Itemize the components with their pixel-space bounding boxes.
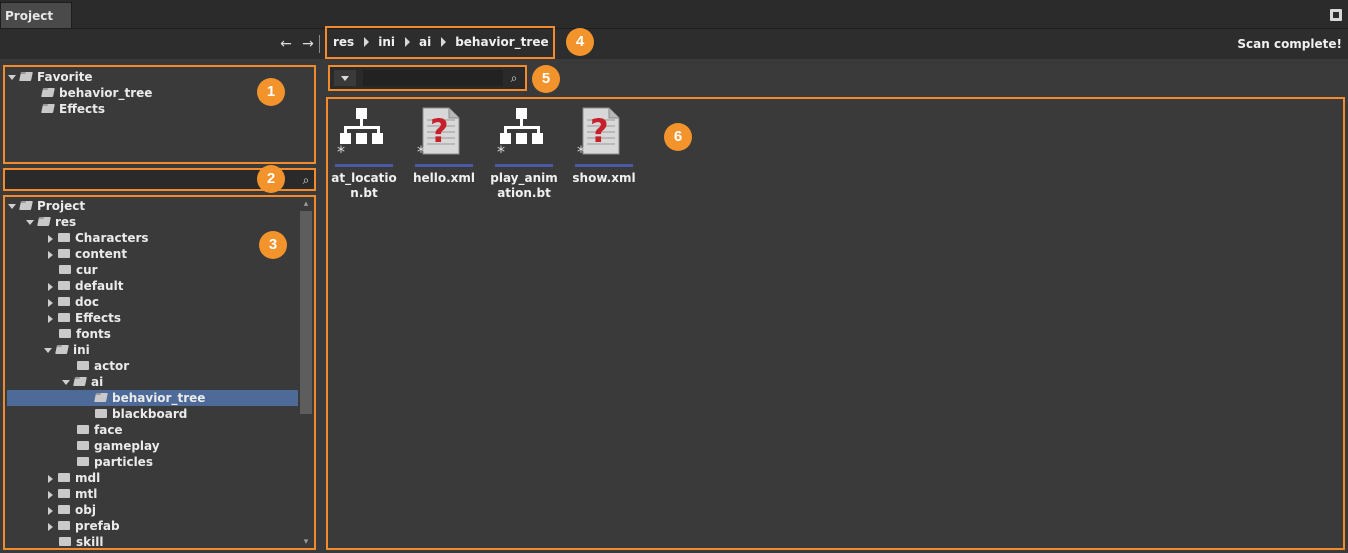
nav-bar: [0, 29, 1348, 59]
scan-status: Scan complete!: [1237, 37, 1342, 51]
project-tab[interactable]: Project: [0, 2, 72, 28]
annotation-box-6: [326, 97, 1345, 550]
annotation-badge-4: 4: [566, 28, 594, 56]
annotation-badge-5: 5: [532, 65, 560, 93]
annotation-box-4: [325, 26, 555, 59]
annotation-badge-3: 3: [259, 231, 287, 259]
arrow-right-icon[interactable]: →: [300, 35, 316, 53]
annotation-badge-1: 1: [257, 78, 285, 106]
pin-icon[interactable]: [1330, 9, 1342, 21]
nav-divider: [319, 35, 320, 53]
annotation-box-5: [328, 65, 527, 91]
annotation-badge-2: 2: [257, 165, 285, 193]
title-bar: [0, 0, 1348, 29]
arrow-left-icon[interactable]: ←: [278, 35, 294, 53]
annotation-badge-6: 6: [664, 123, 692, 151]
